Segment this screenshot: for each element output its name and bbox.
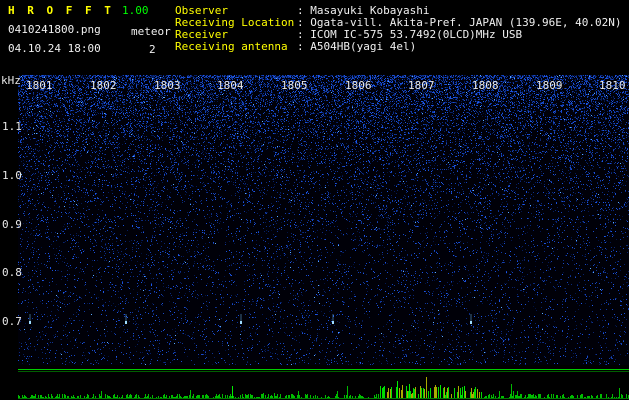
- app-version: 1.00: [122, 4, 149, 17]
- y-tick-1-1: 1.1: [2, 120, 22, 133]
- y-tick-0-8: 0.8: [2, 266, 22, 279]
- info-value-antenna: : A504HB(yagi 4el): [297, 40, 417, 53]
- x-tick-1801: 1801: [26, 79, 53, 92]
- mode-label: meteor: [131, 25, 171, 38]
- x-tick-1804: 1804: [217, 79, 244, 92]
- x-tick-1808: 1808: [472, 79, 499, 92]
- x-tick-1810: 1810: [599, 79, 626, 92]
- x-tick-1805: 1805: [281, 79, 308, 92]
- output-filename: 0410241800.png: [8, 23, 101, 36]
- y-tick-0-9: 0.9: [2, 218, 22, 231]
- echo-count: 2: [149, 43, 156, 56]
- app-title: H R O F F T: [8, 4, 114, 17]
- y-axis-unit: kHz: [1, 74, 21, 87]
- x-tick-1807: 1807: [408, 79, 435, 92]
- x-tick-1802: 1802: [90, 79, 117, 92]
- hrofft-window: H R O F F T 1.00 0410241800.png meteor 0…: [0, 0, 629, 400]
- x-tick-1809: 1809: [536, 79, 563, 92]
- datetime-label: 04.10.24 18:00: [8, 42, 101, 55]
- info-label-antenna: Receiving antenna: [175, 40, 288, 53]
- y-tick-1-0: 1.0: [2, 169, 22, 182]
- x-tick-1806: 1806: [345, 79, 372, 92]
- spectrogram-canvas: [18, 75, 629, 365]
- y-tick-0-7: 0.7: [2, 315, 22, 328]
- signal-level-strip-canvas: [0, 367, 629, 400]
- x-tick-1803: 1803: [154, 79, 181, 92]
